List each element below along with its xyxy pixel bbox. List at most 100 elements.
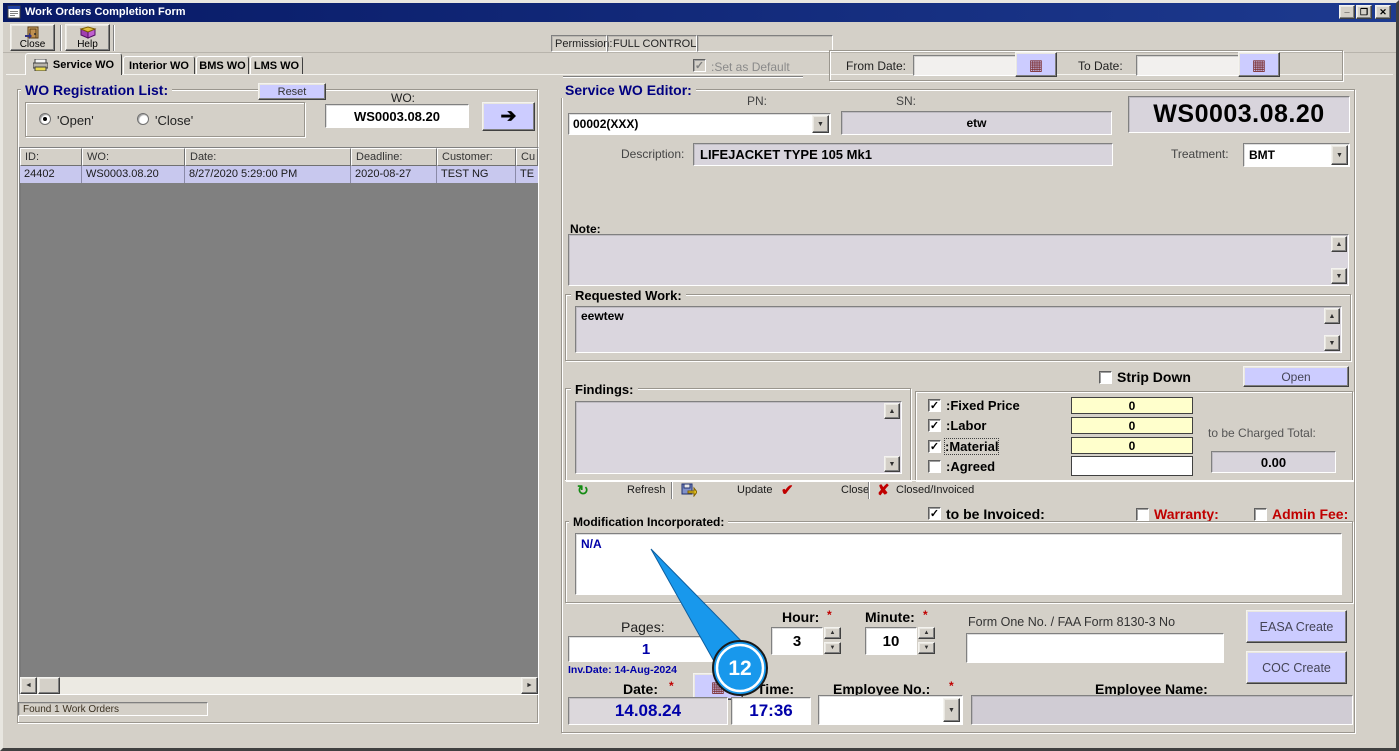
reset-button[interactable]: Reset (258, 83, 326, 100)
tab-lms-wo[interactable]: LMS WO (250, 56, 303, 75)
labor-checkbox[interactable]: ✓ (928, 419, 941, 432)
reset-label: Reset (277, 85, 307, 98)
annotation-cursor: 12 (650, 548, 768, 696)
scroll-down-button[interactable]: ▼ (1324, 335, 1340, 351)
charged-total-label: to be Charged Total: (1208, 426, 1316, 440)
set-default-label: :Set as Default (711, 60, 790, 74)
title-bar: Work Orders Completion Form _ ❐ ✕ (3, 3, 1396, 22)
minute-spin-up[interactable]: ▲ (918, 627, 935, 639)
scroll-down-button[interactable]: ▼ (884, 456, 900, 472)
form-one-input[interactable] (966, 633, 1224, 663)
tab-label: Interior WO (129, 60, 189, 72)
to-be-invoiced-checkbox[interactable]: ✓ (928, 507, 941, 520)
easa-create-button[interactable]: EASA Create (1246, 610, 1347, 643)
employee-no-dropdown-button[interactable]: ▼ (943, 698, 960, 722)
scroll-left-button[interactable]: ◄ (20, 677, 37, 694)
check-icon: ✓ (929, 441, 940, 453)
tab-label: Service WO (52, 58, 115, 71)
badge-number: 12 (728, 657, 751, 680)
modification-value: N/A (581, 537, 602, 551)
treatment-combobox[interactable]: BMT ▼ (1243, 143, 1350, 167)
employee-no-combobox[interactable]: ▼ (818, 695, 963, 725)
material-checkbox[interactable]: ✓ (928, 440, 941, 453)
scroll-down-button[interactable]: ▼ (1331, 268, 1347, 284)
pn-combobox[interactable]: 00002(XXX) ▼ (568, 113, 831, 135)
requested-work-textarea[interactable]: eewtew ▲ ▼ (575, 306, 1342, 353)
tab-bms-wo[interactable]: BMS WO (196, 56, 249, 75)
permission-label: Permission: (555, 38, 613, 50)
tab-interior-wo[interactable]: Interior WO (123, 56, 195, 75)
description-field[interactable]: LIFEJACKET TYPE 105 Mk1 (693, 143, 1113, 166)
open-button[interactable]: Open (1243, 366, 1349, 387)
window-title: Work Orders Completion Form (25, 6, 186, 18)
required-mark: * (827, 608, 832, 622)
fixed-price-field[interactable]: 0 (1071, 397, 1193, 414)
sn-label: SN: (896, 94, 917, 108)
agreed-checkbox[interactable] (928, 460, 941, 473)
close-form-button[interactable]: Close (10, 24, 55, 51)
exit-door-icon (24, 26, 38, 39)
open-button-label: Open (1281, 369, 1311, 384)
column-header-deadline[interactable]: Deadline: (351, 148, 437, 166)
material-field[interactable]: 0 (1071, 437, 1193, 454)
permission-label-panel: Permission: (551, 35, 612, 52)
findings-textarea[interactable]: ▲ ▼ (575, 401, 902, 474)
minute-value: 10 (882, 632, 900, 650)
set-default-checkbox[interactable]: ✓ (693, 59, 706, 72)
open-radio[interactable] (39, 113, 51, 125)
wo-input[interactable]: WS0003.08.20 (325, 104, 469, 128)
update-action[interactable]: Update (737, 484, 772, 496)
note-textarea[interactable]: ▲ ▼ (568, 234, 1349, 286)
minimize-button[interactable]: _ (1339, 4, 1355, 19)
action-separator (671, 482, 673, 499)
labor-field[interactable]: 0 (1071, 417, 1193, 434)
column-header-id[interactable]: ID: (20, 148, 82, 166)
admin-fee-checkbox[interactable] (1254, 508, 1267, 521)
scroll-thumb[interactable] (38, 677, 60, 694)
treatment-label: Treatment: (1171, 147, 1229, 161)
hour-spin-down[interactable]: ▼ (824, 642, 841, 654)
modification-label: Modification Incorporated: (569, 515, 729, 529)
refresh-action[interactable]: Refresh (627, 484, 666, 496)
column-header-customer2[interactable]: Cu (516, 148, 538, 166)
minute-spin-down[interactable]: ▼ (918, 642, 935, 654)
horizontal-scrollbar[interactable]: ◄ ► (20, 677, 538, 694)
treatment-dropdown-button[interactable]: ▼ (1331, 145, 1348, 165)
pn-value: 00002(XXX) (573, 117, 639, 131)
strip-down-checkbox[interactable] (1099, 371, 1112, 384)
warranty-checkbox[interactable] (1136, 508, 1149, 521)
scroll-right-button[interactable]: ► (521, 677, 538, 694)
column-header-wo[interactable]: WO: (82, 148, 185, 166)
fixed-price-checkbox[interactable]: ✓ (928, 399, 941, 412)
toolbar-separator (60, 25, 62, 51)
column-header-date[interactable]: Date: (185, 148, 351, 166)
scroll-up-button[interactable]: ▲ (884, 403, 900, 419)
close-radio[interactable] (137, 113, 149, 125)
findings-label: Findings: (571, 382, 638, 397)
to-date-calendar-button[interactable]: ▦ (1238, 52, 1280, 77)
load-wo-button[interactable]: ➔ (482, 102, 535, 131)
agreed-field[interactable] (1071, 456, 1193, 476)
sn-field[interactable]: etw (841, 111, 1112, 135)
scroll-up-button[interactable]: ▲ (1331, 236, 1347, 252)
material-value: 0 (1128, 438, 1136, 453)
restore-icon: ❐ (1359, 7, 1369, 17)
close-action[interactable]: Close (841, 484, 869, 496)
wo-table: ID: WO: Date: Deadline: Customer: Cu 244… (19, 147, 539, 695)
help-button[interactable]: Help (65, 24, 110, 51)
close-window-button[interactable]: ✕ (1375, 5, 1391, 19)
pn-dropdown-button[interactable]: ▼ (812, 115, 829, 133)
requested-work-label: Requested Work: (571, 288, 686, 303)
coc-create-button[interactable]: COC Create (1246, 651, 1347, 684)
tab-service-wo[interactable]: Service WO (25, 53, 122, 75)
help-book-icon (79, 25, 96, 39)
column-header-customer[interactable]: Customer: (437, 148, 516, 166)
closed-invoiced-action[interactable]: Closed/Invoiced (896, 484, 974, 496)
service-wo-editor-title: Service WO Editor: (561, 82, 696, 98)
from-date-calendar-button[interactable]: ▦ (1015, 52, 1057, 77)
minute-spinner[interactable]: 10 (865, 627, 917, 655)
fixed-price-value: 0 (1128, 398, 1136, 413)
restore-button[interactable]: ❐ (1356, 5, 1372, 19)
scroll-up-button[interactable]: ▲ (1324, 308, 1340, 324)
hour-spin-up[interactable]: ▲ (824, 627, 841, 639)
